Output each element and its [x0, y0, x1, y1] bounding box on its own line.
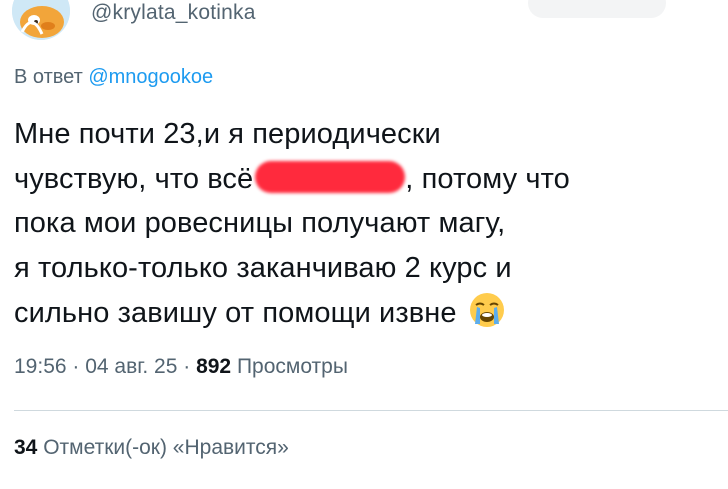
tweet-line-5-text: сильно завишу от помощи извне	[14, 297, 457, 329]
tweet-time[interactable]: 19:56	[14, 355, 67, 378]
tweet-line-2-start: чувствую, что всё	[14, 162, 254, 195]
reply-context: В ответ @mnogookoe	[14, 66, 213, 89]
views-count: 892	[196, 355, 232, 378]
tweet-line-3: пока мои ровесницы получают магу,	[14, 207, 506, 239]
reply-to-link[interactable]: @mnogookoe	[88, 66, 213, 88]
cat-avatar-icon	[12, 0, 70, 40]
tweet-line-2: чувствую, что всё , потому что	[14, 157, 674, 202]
follow-button[interactable]	[528, 0, 666, 18]
likes-label: Отметки(-ок) «Нравится»	[43, 436, 289, 459]
likes-count: 34	[14, 436, 38, 459]
likes-link[interactable]: 34 Отметки(-ок) «Нравится»	[14, 436, 289, 460]
loudly-crying-face-icon	[469, 293, 504, 327]
redaction-mark	[255, 160, 406, 193]
tweet-date[interactable]: 04 авг. 25	[85, 355, 177, 378]
avatar[interactable]	[12, 0, 70, 40]
user-handle[interactable]: @krylata_kotinka	[91, 1, 256, 25]
meta-separator: ·	[183, 355, 197, 378]
tweet-meta: 19:56 · 04 авг. 25 · 892 Просмотры	[14, 355, 348, 379]
views-label: Просмотры	[236, 355, 348, 378]
tweet-line-4: я только-только заканчиваю 2 курс и	[14, 251, 512, 284]
tweet-header: @krylata_kotinka	[0, 0, 728, 44]
tweet-text: Мне почти 23,и я периодически чувствую, …	[14, 112, 674, 336]
divider	[14, 410, 728, 411]
tweet-line-2-end: , потому что	[405, 162, 570, 195]
reply-prefix: В ответ	[14, 66, 83, 88]
tweet-line-5: сильно завишу от помощи извне	[14, 290, 674, 336]
tweet-line-1: Мне почти 23,и я периодически	[14, 118, 441, 150]
meta-separator: ·	[72, 355, 86, 378]
